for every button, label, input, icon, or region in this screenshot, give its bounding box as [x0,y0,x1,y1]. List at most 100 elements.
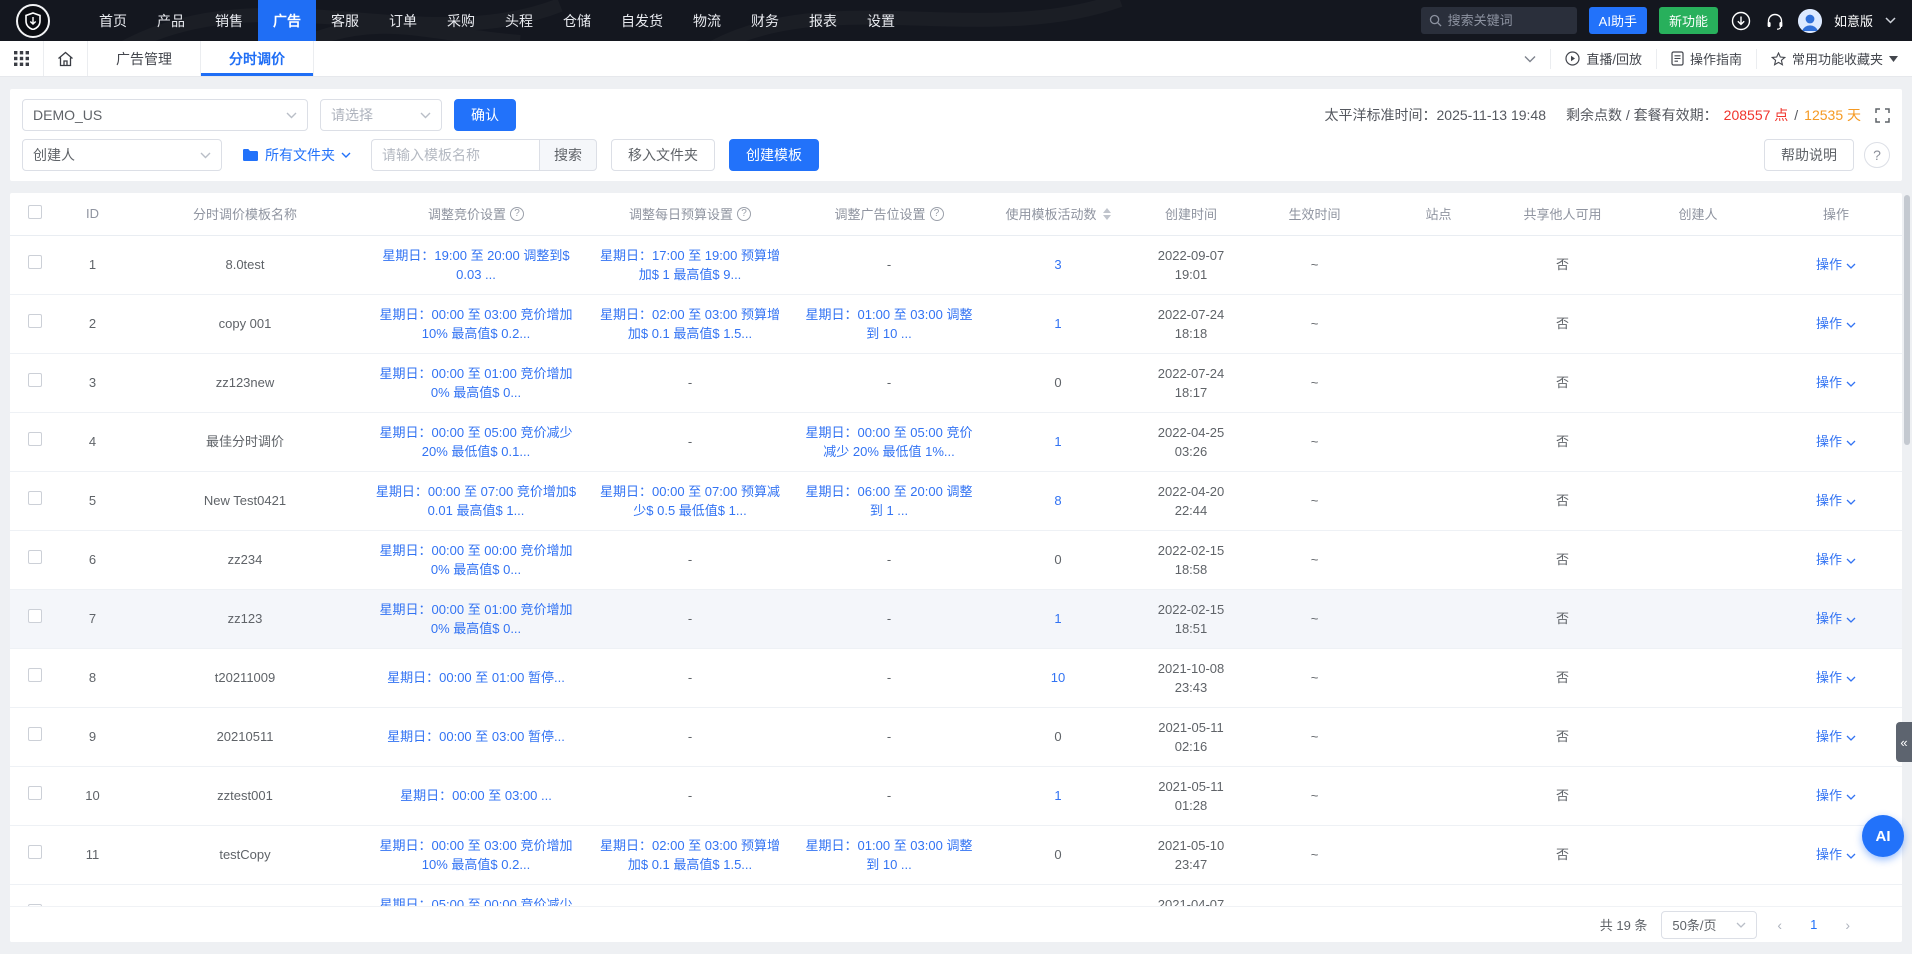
cell-bid-setting[interactable]: 星期日：00:00 至 03:00 ... [365,766,587,825]
cell-bid-setting[interactable]: 星期日：00:00 至 07:00 竞价增加$ 0.01 最高值$ 1... [365,471,587,530]
help-tooltip-icon[interactable]: ? [510,207,524,221]
home-icon[interactable] [44,41,88,76]
row-checkbox[interactable] [28,432,42,446]
nav-item-4[interactable]: 客服 [316,0,374,41]
user-avatar[interactable] [1798,9,1822,33]
current-page-number[interactable]: 1 [1802,917,1825,932]
cell-campaign-count[interactable]: 10 [985,648,1131,707]
favorites-link[interactable]: 常用功能收藏夹 [1756,49,1912,69]
cell-bid-setting[interactable]: 星期日：00:00 至 00:00 竞价增加 0% 最高值$ 0... [365,530,587,589]
nav-item-0[interactable]: 首页 [84,0,142,41]
cell-bid-setting[interactable]: 星期日：19:00 至 20:00 调整到$ 0.03 ... [365,235,587,294]
cell-bid-setting[interactable]: 星期日：00:00 至 03:00 暂停... [365,707,587,766]
row-checkbox[interactable] [28,491,42,505]
row-action-button[interactable]: 操作 [1770,471,1902,530]
cell-campaign-count[interactable]: 3 [985,235,1131,294]
cell-bid-setting[interactable]: 星期日：00:00 至 03:00 竞价增加 10% 最高值$ 0.2... [365,825,587,884]
row-action-button[interactable]: 操作 [1770,412,1902,471]
cell-budget-setting[interactable]: 星期日：00:00 至 07:00 预算减少$ 0.5 最低值$ 1... [587,471,793,530]
folder-filter[interactable]: 所有文件夹 [242,145,351,165]
nav-item-7[interactable]: 头程 [490,0,548,41]
live-replay-link[interactable]: 直播/回放 [1550,49,1656,69]
template-name-input[interactable] [371,139,539,171]
select-all-checkbox[interactable] [28,205,42,219]
row-action-button[interactable]: 操作 [1770,235,1902,294]
apps-grid-icon[interactable] [0,41,44,76]
row-action-button[interactable]: 操作 [1770,530,1902,589]
nav-item-2[interactable]: 销售 [200,0,258,41]
cell-bid-setting[interactable]: 星期日：00:00 至 01:00 暂停... [365,648,587,707]
cell-campaign-count[interactable]: 1 [985,766,1131,825]
ai-floating-button[interactable]: AI [1862,815,1904,857]
cell-placement-setting[interactable]: 星期日：01:00 至 03:00 调整到 10 ... [793,825,985,884]
nav-item-1[interactable]: 产品 [142,0,200,41]
cell-campaign-count[interactable]: 1 [985,589,1131,648]
row-checkbox[interactable] [28,373,42,387]
row-action-button[interactable]: 操作 [1770,707,1902,766]
page-tab-1[interactable]: 分时调价 [201,41,314,76]
nav-item-9[interactable]: 自发货 [606,0,678,41]
search-button[interactable]: 搜索 [539,139,597,171]
cell-bid-setting[interactable]: 星期日：00:00 至 03:00 竞价增加 10% 最高值$ 0.2... [365,294,587,353]
help-tooltip-icon[interactable]: ? [930,207,944,221]
nav-item-13[interactable]: 设置 [852,0,910,41]
cell-campaign-count[interactable]: 1 [985,294,1131,353]
help-tooltip-icon[interactable]: ? [737,207,751,221]
nav-item-8[interactable]: 仓储 [548,0,606,41]
vertical-scrollbar[interactable] [1904,195,1910,445]
global-search[interactable] [1421,7,1577,34]
chevron-down-icon[interactable] [1885,17,1896,24]
creator-select[interactable]: 创建人 [22,139,222,171]
cell-placement-setting[interactable]: 星期日：00:00 至 05:00 竞价减少 20% 最低值 1%... [793,412,985,471]
row-checkbox[interactable] [28,845,42,859]
row-action-button[interactable]: 操作 [1770,294,1902,353]
prev-page-button[interactable]: ‹ [1771,917,1788,933]
cell-budget-setting[interactable]: 星期日：02:00 至 03:00 预算增加$ 0.1 最高值$ 1.5... [587,294,793,353]
row-checkbox[interactable] [28,314,42,328]
nav-item-6[interactable]: 采购 [432,0,490,41]
row-checkbox[interactable] [28,786,42,800]
type-select[interactable]: 请选择 [320,99,442,131]
headset-icon[interactable] [1764,10,1786,32]
collapse-panel-tab[interactable]: « [1896,722,1912,762]
global-search-input[interactable] [1448,13,1558,28]
tabbar-collapse-chevron[interactable] [1510,49,1550,69]
download-icon[interactable] [1730,10,1752,32]
page-tab-0[interactable]: 广告管理 [88,41,201,76]
help-button[interactable]: 帮助说明 [1764,139,1854,171]
create-template-button[interactable]: 创建模板 [729,139,819,171]
cell-budget-setting[interactable]: 星期日：02:00 至 03:00 预算增加$ 0.1 最高值$ 1.5... [587,825,793,884]
cell-bid-setting[interactable]: 星期日：00:00 至 01:00 竞价增加 0% 最高值$ 0... [365,589,587,648]
cell-bid-setting[interactable]: 星期日：00:00 至 01:00 竞价增加 0% 最高值$ 0... [365,353,587,412]
row-checkbox[interactable] [28,255,42,269]
store-select[interactable]: DEMO_US [22,99,308,131]
operation-guide-link[interactable]: 操作指南 [1656,49,1756,69]
nav-item-5[interactable]: 订单 [374,0,432,41]
row-checkbox[interactable] [28,727,42,741]
ai-assistant-button[interactable]: AI助手 [1589,7,1647,34]
cell-bid-setting[interactable]: 星期日：00:00 至 05:00 竞价减少 20% 最低值$ 0.1... [365,412,587,471]
page-size-select[interactable]: 50条/页 [1661,911,1757,939]
fullscreen-icon[interactable] [1875,108,1890,123]
row-checkbox[interactable] [28,609,42,623]
row-action-button[interactable]: 操作 [1770,648,1902,707]
move-folder-button[interactable]: 移入文件夹 [611,139,715,171]
nav-item-10[interactable]: 物流 [678,0,736,41]
nav-item-11[interactable]: 财务 [736,0,794,41]
version-label[interactable]: 如意版 [1834,11,1873,30]
row-checkbox[interactable] [28,668,42,682]
confirm-button[interactable]: 确认 [454,99,516,131]
cell-placement-setting[interactable]: 星期日：06:00 至 20:00 调整到 1 ... [793,471,985,530]
next-page-button[interactable]: › [1839,917,1856,933]
nav-item-12[interactable]: 报表 [794,0,852,41]
question-icon[interactable]: ? [1864,142,1890,168]
nav-item-3[interactable]: 广告 [258,0,316,41]
row-action-button[interactable]: 操作 [1770,353,1902,412]
cell-campaign-count[interactable]: 1 [985,412,1131,471]
row-checkbox[interactable] [28,550,42,564]
new-feature-button[interactable]: 新功能 [1659,7,1718,34]
sort-icon[interactable] [1103,208,1111,220]
row-action-button[interactable]: 操作 [1770,589,1902,648]
cell-budget-setting[interactable]: 星期日：17:00 至 19:00 预算增加$ 1 最高值$ 9... [587,235,793,294]
cell-campaign-count[interactable]: 8 [985,471,1131,530]
